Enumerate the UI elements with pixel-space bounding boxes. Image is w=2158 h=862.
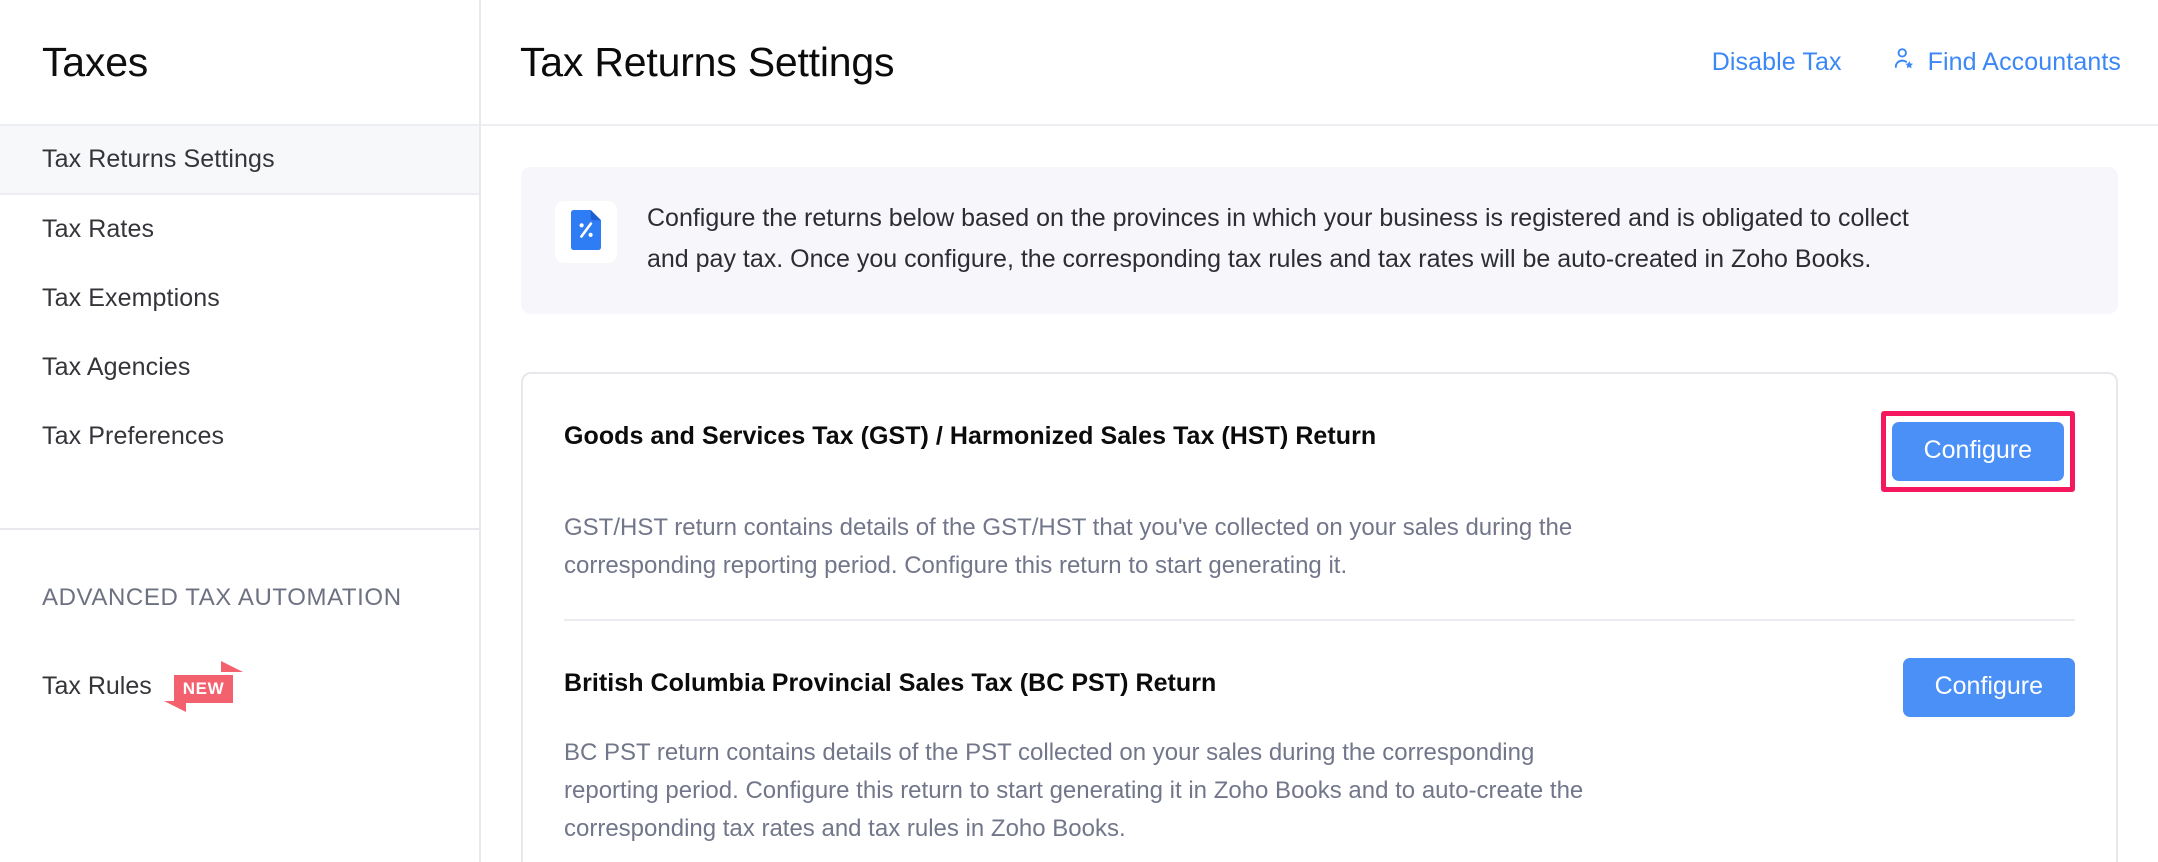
info-banner: Configure the returns below based on the…	[521, 167, 2118, 314]
sidebar-section-title: ADVANCED TAX AUTOMATION	[42, 584, 402, 611]
tax-return-title: Goods and Services Tax (GST) / Harmonize…	[564, 422, 1377, 450]
sidebar-item-tax-rules[interactable]: Tax Rules NEW	[0, 652, 479, 721]
page-title: Tax Returns Settings	[520, 38, 895, 85]
app-root: Taxes Tax Returns Settings Tax Rates Tax…	[0, 0, 2158, 862]
sidebar-item-label: Tax Rules	[42, 672, 152, 700]
sidebar: Taxes Tax Returns Settings Tax Rates Tax…	[0, 0, 481, 862]
banner-icon-container	[555, 201, 617, 263]
person-star-icon	[1891, 45, 1918, 79]
sidebar-item-label: Tax Rates	[42, 215, 155, 243]
find-accountants-link[interactable]: Find Accountants	[1891, 45, 2121, 79]
tax-return-description: GST/HST return contains details of the G…	[564, 514, 1573, 579]
tax-return-title: British Columbia Provincial Sales Tax (B…	[564, 669, 1217, 697]
configure-button-highlight: Configure	[1880, 411, 2075, 492]
sidebar-item-tax-exemptions[interactable]: Tax Exemptions	[0, 264, 479, 333]
sidebar-item-tax-rates[interactable]: Tax Rates	[0, 195, 479, 264]
banner-text: Configure the returns below based on the…	[647, 204, 1909, 273]
card-divider	[564, 619, 2075, 621]
sidebar-header: Taxes	[0, 0, 479, 126]
tax-return-description: BC PST return contains details of the PS…	[564, 739, 1584, 842]
new-badge-label: NEW	[173, 675, 234, 703]
sidebar-title: Taxes	[42, 38, 149, 85]
sidebar-item-label: Tax Returns Settings	[42, 145, 275, 173]
sidebar-item-label: Tax Preferences	[42, 422, 225, 450]
sidebar-item-label: Tax Agencies	[42, 353, 191, 381]
page-header: Tax Returns Settings Disable Tax Find Ac…	[481, 0, 2158, 126]
main-body: Configure the returns below based on the…	[481, 126, 2158, 862]
configure-button-bc-pst[interactable]: Configure	[1902, 658, 2075, 717]
tax-return-row-gst-hst: Goods and Services Tax (GST) / Harmonize…	[523, 374, 2116, 621]
disable-tax-label: Disable Tax	[1711, 47, 1842, 76]
tax-return-row-bc-pst: British Columbia Provincial Sales Tax (B…	[523, 621, 2116, 862]
tax-returns-list: Goods and Services Tax (GST) / Harmonize…	[521, 372, 2118, 862]
new-badge: NEW	[163, 661, 244, 712]
header-actions: Disable Tax Find Accountants	[1712, 45, 2128, 79]
percent-document-icon	[568, 209, 604, 256]
sidebar-item-label: Tax Exemptions	[42, 284, 220, 312]
main-content: Tax Returns Settings Disable Tax Find Ac…	[481, 0, 2158, 862]
disable-tax-link[interactable]: Disable Tax	[1712, 48, 1842, 77]
sidebar-item-tax-returns-settings[interactable]: Tax Returns Settings	[0, 126, 479, 195]
ribbon-tail-top-icon	[221, 661, 244, 672]
configure-button-gst-hst[interactable]: Configure	[1891, 422, 2064, 481]
sidebar-nav: Tax Returns Settings Tax Rates Tax Exemp…	[0, 126, 479, 721]
sidebar-item-tax-preferences[interactable]: Tax Preferences	[0, 402, 479, 471]
sidebar-item-tax-agencies[interactable]: Tax Agencies	[0, 333, 479, 402]
find-accountants-label: Find Accountants	[1927, 47, 2121, 76]
